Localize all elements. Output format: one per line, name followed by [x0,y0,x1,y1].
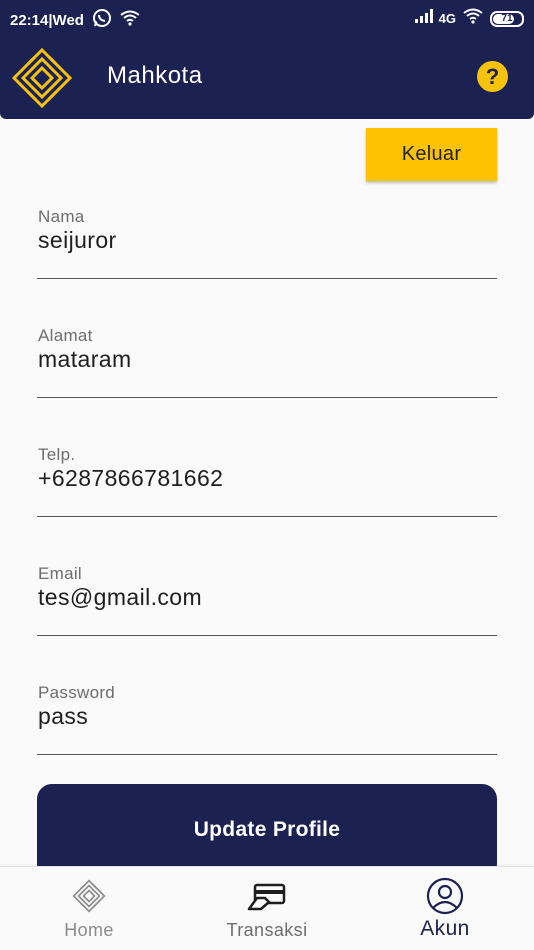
help-icon[interactable]: ? [477,61,508,92]
battery-icon: 71 [490,10,524,27]
nav-label-transaksi: Transaksi [226,920,308,940]
update-profile-button[interactable]: Update Profile [37,784,497,879]
phone-field[interactable]: Telp. +6287866781662 [37,445,497,517]
email-value[interactable]: tes@gmail.com [38,584,202,611]
wifi-icon [120,10,140,31]
nav-label-akun: Akun [420,917,470,940]
logout-button[interactable]: Keluar [366,128,497,181]
whatsapp-icon [92,8,112,33]
phone-label: Telp. [38,445,76,464]
user-circle-icon [426,877,464,920]
battery-text: 71 [501,13,513,24]
network-type: 4G [438,11,456,26]
status-right: 4G 71 [414,8,524,29]
name-value[interactable]: seijuror [38,227,117,254]
password-value[interactable]: pass [38,703,88,730]
address-value[interactable]: mataram [38,346,132,373]
nav-item-transaksi[interactable]: Transaksi [178,867,356,950]
email-label: Email [38,564,83,583]
bottom-nav: Home Transaksi Akun [0,866,534,950]
password-field[interactable]: Password pass [37,683,497,755]
signal-icon [414,9,433,28]
address-label: Alamat [38,326,93,345]
email-field[interactable]: Email tes@gmail.com [37,564,497,636]
nav-label-home: Home [64,920,114,940]
app-title: Mahkota [107,62,203,89]
phone-value[interactable]: +6287866781662 [38,465,223,492]
name-label: Nama [38,207,85,226]
password-label: Password [38,683,116,702]
name-field[interactable]: Nama seijuror [37,207,497,279]
status-bar: 22:14|Wed 4G 71 [0,0,534,36]
app-bar: Mahkota ? [0,36,534,119]
payment-card-icon [247,883,287,916]
mahkota-logo-icon [11,47,73,109]
nav-item-home[interactable]: Home [0,867,178,950]
status-left: 22:14|Wed [10,8,140,33]
nav-item-akun[interactable]: Akun [356,867,534,950]
mahkota-logo-icon [72,879,106,918]
address-field[interactable]: Alamat mataram [37,326,497,398]
wifi-icon [462,8,484,29]
status-time: 22:14|Wed [10,12,84,29]
